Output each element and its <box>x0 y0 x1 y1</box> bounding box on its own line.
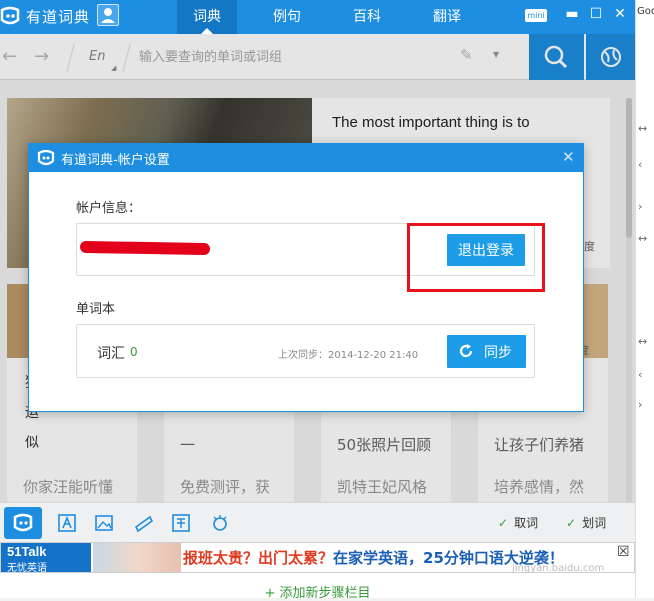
ad-close-icon[interactable]: ☒ <box>617 545 631 559</box>
check-icon: ✓ <box>498 516 509 530</box>
side-marker-icon: ‹ <box>638 368 643 381</box>
youdao-logo-icon <box>0 6 20 25</box>
dialog-header: 有道词典-帐户设置 ✕ <box>29 144 583 172</box>
add-column-link[interactable]: + 添加新步骤栏目 <box>0 573 635 601</box>
check-icon: ✓ <box>566 516 577 530</box>
sync-label: 同步 <box>484 345 512 361</box>
tab-examples[interactable]: 例句 <box>257 0 317 34</box>
vocab-label: 词汇 <box>97 346 125 362</box>
translate-tool-icon[interactable] <box>171 513 191 533</box>
feedback-icon[interactable] <box>134 513 154 533</box>
tab-dictionary[interactable]: 词典 <box>177 0 237 34</box>
side-strip: Goo ↔ ‹ › ↔ ↔ ‹ › <box>635 0 654 598</box>
side-marker-icon: ↔ <box>638 232 648 245</box>
side-marker-icon: ‹ <box>638 158 643 171</box>
tab-translate[interactable]: 翻译 <box>417 0 477 34</box>
watermark: jingyan.baidu.com <box>512 563 605 574</box>
refresh-icon <box>459 344 473 358</box>
select-word-toggle[interactable]: ✓ 划词 <box>566 514 606 531</box>
ad-photo <box>93 543 181 572</box>
close-icon[interactable]: ✕ <box>612 6 628 22</box>
side-strip-text: Goo <box>637 6 654 17</box>
tab-encyclopedia[interactable]: 百科 <box>337 0 397 34</box>
side-marker-icon: ↔ <box>638 335 648 348</box>
maximize-icon[interactable]: ☐ <box>588 6 604 22</box>
option-label: 划词 <box>582 516 607 530</box>
ad-brand-box: 51Talk 无忧英语 <box>1 543 91 574</box>
app-title: 有道词典 <box>26 8 91 26</box>
side-marker-icon: › <box>638 398 643 411</box>
redacted-username <box>79 240 211 256</box>
capture-word-toggle[interactable]: ✓ 取词 <box>498 514 538 531</box>
bottom-toolbar: ✓ 取词 ✓ 划词 <box>0 502 635 542</box>
ad-brand-sub: 无忧英语 <box>7 563 47 574</box>
mini-mode-button[interactable]: mini <box>525 9 547 22</box>
sync-button[interactable]: 同步 <box>447 335 526 368</box>
side-marker-icon: ↔ <box>638 122 648 135</box>
user-account-icon[interactable] <box>97 4 119 26</box>
option-label: 取词 <box>514 516 539 530</box>
ad-brand: 51Talk <box>7 544 47 559</box>
minimize-icon[interactable]: ▬ <box>564 6 580 22</box>
account-info-label: 帐户信息： <box>76 201 142 216</box>
dialog-title: 有道词典-帐户设置 <box>61 153 170 168</box>
word-book-icon[interactable] <box>57 513 77 533</box>
home-button[interactable] <box>4 507 42 539</box>
youdao-logo-icon <box>37 149 55 166</box>
dialog-close-icon[interactable]: ✕ <box>562 148 575 166</box>
title-bar: 有道词典 词典 例句 百科 翻译 mini ▬ ☐ ✕ <box>0 0 635 34</box>
vocab-count: 0 <box>130 345 138 359</box>
last-sync-time: 上次同步：2014-12-20 21:40 <box>278 350 419 361</box>
ad-slogan: 报班太贵？出门太累？在家学英语，25分钟口语大逆袭！ <box>183 549 564 567</box>
image-translate-icon[interactable] <box>94 513 114 533</box>
vocab-panel: 词汇 0 上次同步：2014-12-20 21:40 同步 <box>76 324 535 378</box>
side-marker-icon: › <box>638 200 643 213</box>
vocab-section-label: 单词本 <box>76 302 116 317</box>
settings-tool-icon[interactable] <box>210 513 230 533</box>
youdao-logo-icon <box>13 513 33 532</box>
annotation-highlight <box>407 223 545 292</box>
